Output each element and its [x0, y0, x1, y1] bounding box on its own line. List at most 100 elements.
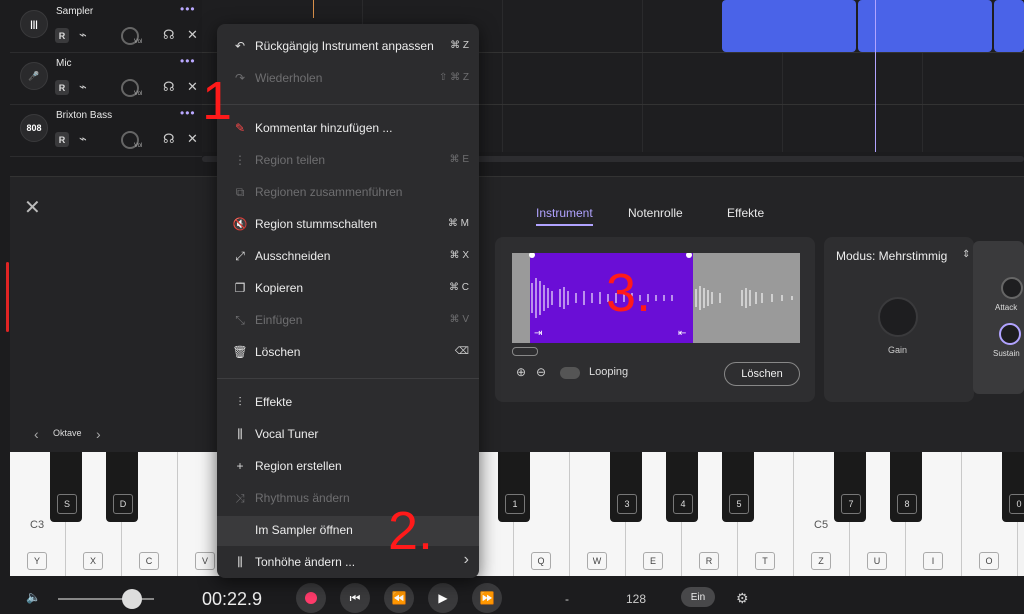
menu-item-shortcut: ⌘ X [449, 250, 469, 261]
delete-button[interactable]: Löschen [724, 362, 800, 386]
sustain-label: Sustain [993, 349, 1020, 358]
menu-item-label: Region erstellen [255, 459, 342, 473]
black-key[interactable]: 8 [890, 452, 922, 522]
close-icon[interactable]: ✕ [24, 195, 41, 220]
tempo-display[interactable]: 128 [626, 592, 646, 606]
settings-gear-icon[interactable]: ⚙ [736, 590, 749, 607]
volume-slider-thumb[interactable] [122, 589, 142, 609]
octave-label: Oktave [53, 428, 82, 438]
mute-icon[interactable]: ✕ [187, 131, 198, 147]
menu-item-shortcut: ⌘ E [449, 154, 469, 165]
menu-item-label: Einfügen [255, 313, 303, 327]
record-arm-button[interactable]: R [55, 132, 69, 147]
skip-start-icon[interactable]: ⏮ [340, 583, 370, 613]
menu-item[interactable]: ⤢ Ausschneiden ⌘ X [217, 242, 479, 272]
more-icon[interactable]: ••• [180, 54, 196, 68]
rewind-icon[interactable]: ⏪ [384, 583, 414, 613]
black-key[interactable]: 1 [498, 452, 530, 522]
menu-item[interactable]: ⫼ Vocal Tuner [217, 420, 479, 450]
headphones-icon[interactable]: ☊ [163, 79, 175, 95]
key-shortcut-label: S [57, 494, 77, 514]
mute-icon[interactable]: ✕ [187, 27, 198, 43]
octave-down-icon[interactable]: ‹ [34, 426, 39, 442]
gain-knob[interactable] [878, 297, 918, 337]
black-key[interactable]: 3 [610, 452, 642, 522]
chevron-updown-icon[interactable]: ⇕ [962, 249, 970, 260]
octave-up-icon[interactable]: › [96, 426, 101, 442]
menu-item-label: Rhythmus ändern [255, 491, 350, 505]
loop-marker [313, 0, 314, 18]
black-key[interactable]: 7 [834, 452, 866, 522]
menu-item[interactable]: ✎ Kommentar hinzufügen ... [217, 114, 479, 144]
menu-item[interactable]: ⤡ Einfügen ⌘ V [217, 306, 479, 336]
black-key[interactable]: D [106, 452, 138, 522]
more-icon[interactable]: ••• [180, 106, 196, 120]
attack-knob[interactable] [1001, 277, 1023, 299]
record-arm-button[interactable]: R [55, 28, 69, 43]
tab-notenrolle[interactable]: Notenrolle [628, 206, 683, 220]
menu-item[interactable]: ⧉ Regionen zusammenführen [217, 178, 479, 208]
metronome-label: Ein [690, 591, 706, 603]
menu-item[interactable]: 🗑 Löschen ⌫ [217, 338, 479, 368]
menu-item[interactable]: ⫶ Effekte [217, 388, 479, 418]
menu-item[interactable]: ↶ Rückgängig Instrument anpassen ⌘ Z [217, 32, 479, 62]
speaker-icon[interactable]: 🔈 [26, 590, 41, 604]
automation-icon[interactable]: ⌁ [79, 79, 87, 95]
zoom-out-icon[interactable]: ⊖ [536, 365, 546, 379]
black-key[interactable]: 0 [1002, 452, 1024, 522]
menu-item[interactable]: + Region erstellen [217, 452, 479, 482]
record-arm-button[interactable]: R [55, 80, 69, 95]
more-icon[interactable]: ••• [180, 2, 196, 16]
scroll-thumb[interactable] [512, 347, 538, 356]
automation-icon[interactable]: ⌁ [79, 27, 87, 43]
tab-effekte[interactable]: Effekte [727, 206, 764, 220]
menu-item-icon: ❐ [234, 281, 246, 295]
time-display: 00:22.9 [202, 589, 263, 609]
menu-item[interactable]: ↷ Wiederholen ⇧ ⌘ Z [217, 64, 479, 94]
automation-icon[interactable]: ⌁ [79, 131, 87, 147]
end-marker-icon[interactable]: ⇤ [678, 328, 686, 339]
start-marker-icon[interactable]: ⇥ [534, 328, 542, 339]
region-block[interactable] [722, 0, 856, 52]
track-brixton-bass[interactable]: 808 Brixton Bass ••• R ⌁ Vol ☊ ✕ [10, 104, 202, 157]
key-shortcut-label: O [979, 552, 999, 570]
menu-item-icon: ⫶ [238, 395, 242, 409]
menu-item[interactable]: Im Sampler öffnen [217, 516, 479, 546]
track-name: Brixton Bass [56, 110, 113, 121]
sustain-knob[interactable] [999, 323, 1021, 345]
region-block[interactable] [858, 0, 992, 52]
play-icon[interactable]: ▶ [428, 583, 458, 613]
menu-item-label: Region stummschalten [255, 217, 378, 231]
menu-item-label: Ausschneiden [255, 249, 331, 263]
menu-item[interactable]: ⫼ Tonhöhe ändern ... › [217, 548, 479, 578]
zoom-in-icon[interactable]: ⊕ [516, 365, 526, 379]
track-mic[interactable]: 🎤 Mic ••• R ⌁ Vol ☊ ✕ [10, 52, 202, 105]
looping-toggle[interactable] [560, 367, 580, 379]
record-button[interactable] [296, 583, 326, 613]
fast-forward-icon[interactable]: ⏩ [472, 583, 502, 613]
tab-instrument[interactable]: Instrument [536, 206, 593, 226]
region-block[interactable] [994, 0, 1024, 52]
menu-item-icon: ✎ [234, 121, 246, 135]
menu-item-icon: ↷ [234, 71, 246, 85]
track-name: Mic [56, 58, 72, 69]
black-key[interactable]: S [50, 452, 82, 522]
menu-item[interactable]: ⋮ Region teilen ⌘ E [217, 146, 479, 176]
key-shortcut-label: E [643, 552, 663, 570]
black-key[interactable]: 5 [722, 452, 754, 522]
menu-item[interactable]: ❐ Kopieren ⌘ C [217, 274, 479, 304]
key-shortcut-label: D [113, 494, 133, 514]
menu-item-icon: ⋮ [234, 153, 246, 167]
metronome-toggle[interactable]: Ein [681, 587, 715, 607]
menu-item[interactable]: 🔇 Region stummschalten ⌘ M [217, 210, 479, 240]
headphones-icon[interactable]: ☊ [163, 27, 175, 43]
playhead[interactable] [875, 0, 876, 152]
headphones-icon[interactable]: ☊ [163, 131, 175, 147]
mode-select[interactable]: Modus: Mehrstimmig [836, 249, 947, 263]
mode-card: Modus: Mehrstimmig ⇕ Gain [824, 237, 974, 402]
track-sampler[interactable]: ||| Sampler ••• R ⌁ Vol ☊ ✕ [10, 0, 202, 53]
key-display[interactable]: - [565, 592, 569, 606]
menu-item[interactable]: ⤨ Rhythmus ändern [217, 484, 479, 514]
mute-icon[interactable]: ✕ [187, 79, 198, 95]
black-key[interactable]: 4 [666, 452, 698, 522]
